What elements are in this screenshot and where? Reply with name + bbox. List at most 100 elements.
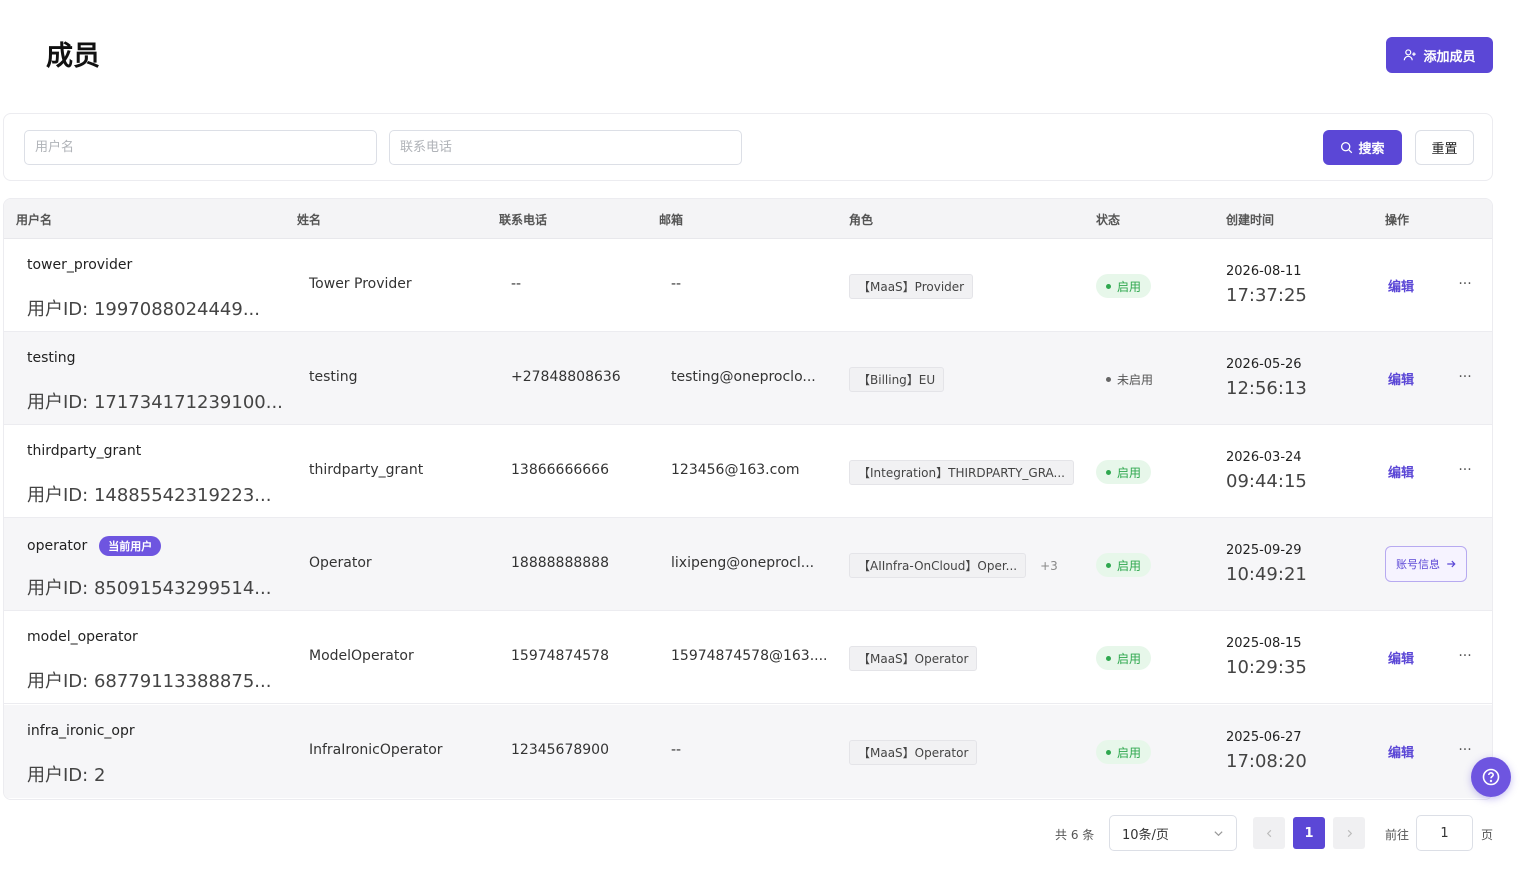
created-date: 2025-09-29 — [1226, 543, 1302, 558]
role-tag: 【AIInfra-OnCloud】Oper... — [849, 553, 1027, 578]
chevron-down-icon — [1214, 830, 1223, 836]
username-cell: thirdparty_grant — [27, 443, 141, 459]
user-id: 用户ID: 85091543299514... — [27, 578, 272, 599]
account-info-button[interactable]: 账号信息 — [1385, 546, 1467, 582]
status-label: 启用 — [1117, 745, 1142, 760]
page-size-value: 10条/页 — [1122, 827, 1169, 843]
goto-page-input[interactable] — [1416, 815, 1473, 851]
members-table: 用户名 姓名 联系电话 邮箱 角色 状态 创建时间 操作 tower_provi… — [3, 198, 1493, 800]
role-cell: 【Integration】THIRDPARTY_GRA... — [849, 460, 1074, 485]
username-cell: operator 当前用户 — [27, 536, 162, 556]
username-search-input[interactable] — [24, 130, 377, 165]
column-header-actions: 操作 — [1385, 213, 1410, 227]
created-date: 2026-08-11 — [1226, 264, 1302, 279]
table-row: infra_ironic_opr 用户ID: 2 InfraIronicOper… — [4, 705, 1492, 798]
role-tag: 【Billing】EU — [849, 367, 945, 392]
more-options-icon[interactable]: ··· — [1457, 740, 1473, 760]
page-number-button[interactable]: 1 — [1293, 817, 1325, 849]
status-label: 启用 — [1117, 558, 1142, 573]
role-cell: 【MaaS】Provider — [849, 274, 974, 299]
status-badge: 未启用 — [1096, 367, 1163, 391]
search-panel: 搜索 重置 — [3, 113, 1493, 181]
arrow-right-icon — [1447, 560, 1456, 568]
status-badge: 启用 — [1096, 553, 1152, 577]
created-date: 2025-08-15 — [1226, 636, 1302, 651]
role-tag: 【MaaS】Provider — [849, 274, 974, 299]
status-label: 启用 — [1117, 279, 1142, 294]
more-options-icon[interactable]: ··· — [1457, 646, 1473, 666]
phone: +27848808636 — [511, 369, 621, 385]
username: testing — [27, 350, 76, 366]
phone: 13866666666 — [511, 462, 609, 478]
column-header-role: 角色 — [849, 213, 874, 227]
edit-link[interactable]: 编辑 — [1388, 462, 1414, 481]
prev-page-button[interactable] — [1253, 817, 1285, 849]
role-cell: 【AIInfra-OnCloud】Oper... +3 — [849, 553, 1058, 578]
email: 123456@163.com — [671, 462, 800, 478]
column-header-status: 状态 — [1096, 213, 1121, 227]
phone: 12345678900 — [511, 742, 609, 758]
edit-link[interactable]: 编辑 — [1388, 742, 1414, 761]
created-time: 10:49:21 — [1226, 564, 1307, 585]
role-tag: 【Integration】THIRDPARTY_GRA... — [849, 460, 1074, 485]
more-options-icon[interactable]: ··· — [1457, 460, 1473, 480]
chevron-right-icon — [1347, 829, 1352, 837]
reset-button[interactable]: 重置 — [1415, 130, 1474, 165]
username: tower_provider — [27, 257, 133, 273]
display-name: thirdparty_grant — [309, 462, 424, 478]
next-page-button[interactable] — [1333, 817, 1365, 849]
phone: 15974874578 — [511, 648, 609, 664]
more-options-icon[interactable]: ··· — [1457, 274, 1473, 294]
email: -- — [671, 742, 682, 758]
user-id: 用户ID: 68779113388875... — [27, 671, 272, 692]
role-more-count[interactable]: +3 — [1040, 559, 1058, 573]
username-cell: infra_ironic_opr — [27, 723, 135, 739]
search-icon — [1341, 141, 1353, 154]
help-button[interactable] — [1471, 757, 1511, 797]
status-dot-icon — [1106, 749, 1111, 755]
phone: -- — [511, 276, 522, 292]
add-member-label: 添加成员 — [1423, 49, 1476, 65]
chevron-left-icon — [1266, 829, 1271, 837]
table-row: model_operator 用户ID: 68779113388875... M… — [4, 611, 1492, 704]
status-badge: 启用 — [1096, 646, 1152, 670]
table-row: operator 当前用户 用户ID: 85091543299514... Op… — [4, 518, 1492, 611]
table-row: tower_provider 用户ID: 1997088024449... To… — [4, 239, 1492, 332]
edit-link[interactable]: 编辑 — [1388, 648, 1414, 667]
column-header-phone: 联系电话 — [499, 213, 548, 227]
phone: 18888888888 — [511, 555, 609, 571]
status-dot-icon — [1106, 283, 1111, 289]
role-cell: 【Billing】EU — [849, 367, 945, 392]
account-info-label: 账号信息 — [1396, 558, 1440, 571]
user-id: 用户ID: 171734171239100... — [27, 392, 283, 413]
add-user-icon — [1404, 49, 1417, 61]
created-date: 2026-05-26 — [1226, 357, 1302, 372]
created-date: 2025-06-27 — [1226, 730, 1302, 745]
display-name: InfraIronicOperator — [309, 742, 443, 758]
username: model_operator — [27, 629, 138, 645]
user-id: 用户ID: 1997088024449... — [27, 299, 260, 320]
created-time: 10:29:35 — [1226, 657, 1307, 678]
status-dot-icon — [1106, 655, 1111, 661]
username-cell: tower_provider — [27, 257, 132, 273]
page-size-select[interactable]: 10条/页 — [1109, 815, 1237, 851]
add-member-button[interactable]: 添加成员 — [1386, 37, 1493, 73]
role-cell: 【MaaS】Operator — [849, 740, 978, 765]
created-time: 12:56:13 — [1226, 378, 1307, 399]
page-suffix: 页 — [1481, 828, 1494, 842]
table-row: testing 用户ID: 171734171239100... testing… — [4, 332, 1492, 425]
more-options-icon[interactable]: ··· — [1457, 367, 1473, 387]
edit-link[interactable]: 编辑 — [1388, 276, 1414, 295]
column-header-username: 用户名 — [16, 213, 53, 227]
phone-search-input[interactable] — [389, 130, 742, 165]
display-name: testing — [309, 369, 358, 385]
current-user-badge: 当前用户 — [99, 536, 162, 556]
role-tag: 【MaaS】Operator — [849, 646, 978, 671]
username-cell: testing — [27, 350, 76, 366]
status-dot-icon — [1106, 562, 1111, 568]
help-icon — [1482, 768, 1500, 786]
edit-link[interactable]: 编辑 — [1388, 369, 1414, 388]
search-button[interactable]: 搜索 — [1323, 130, 1402, 165]
pagination-total: 共 6 条 — [1055, 828, 1095, 842]
email: -- — [671, 276, 682, 292]
